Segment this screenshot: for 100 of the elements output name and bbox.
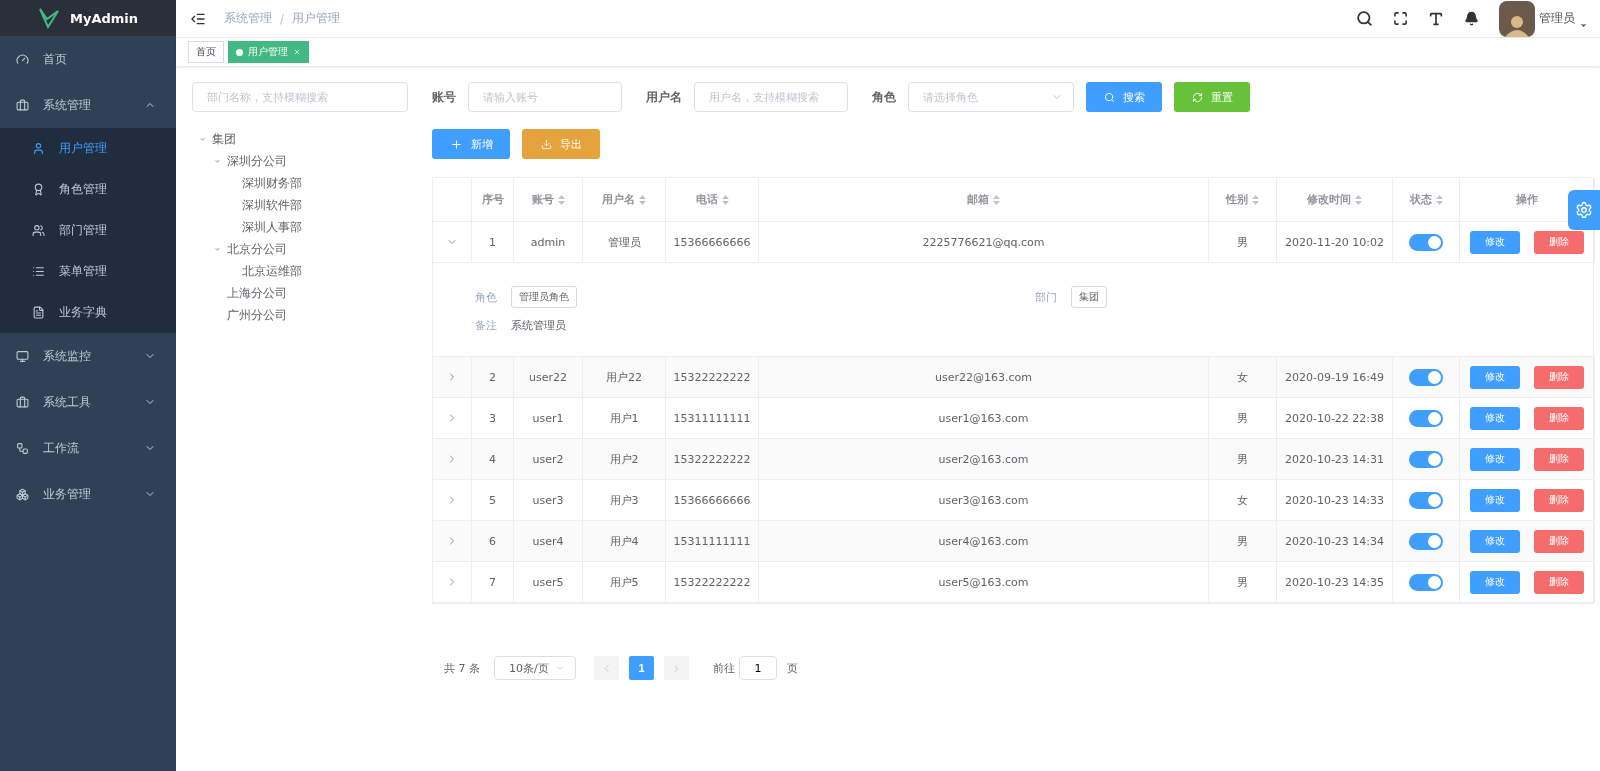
workflow-icon [16, 441, 29, 455]
delete-button[interactable]: 删除 [1534, 488, 1584, 512]
table-cell: user22@163.com [759, 357, 1209, 397]
add-button[interactable]: 新增 [432, 129, 510, 159]
tree-node[interactable]: 深圳财务部 [242, 174, 302, 192]
caret-icon[interactable] [1579, 21, 1588, 30]
bell-icon[interactable] [1464, 11, 1479, 26]
tab[interactable]: 首页 [188, 41, 224, 63]
column-header[interactable]: 账号 [514, 178, 583, 221]
submenu-item[interactable]: 业务字典 [0, 292, 176, 333]
briefcase-icon [16, 98, 29, 112]
sort-icon[interactable] [993, 194, 1000, 205]
tree-node[interactable]: 深圳人事部 [242, 218, 302, 236]
sort-icon[interactable] [721, 194, 729, 205]
sort-icon[interactable] [1435, 194, 1443, 205]
table-cell: 用户22 [583, 357, 666, 397]
close-icon[interactable] [293, 48, 301, 56]
edit-button[interactable]: 修改 [1470, 570, 1520, 594]
table-cell: 男 [1209, 222, 1277, 262]
tree-node[interactable]: 深圳分公司 [227, 152, 287, 170]
document-icon [32, 306, 45, 319]
edit-button[interactable]: 修改 [1470, 230, 1520, 254]
page-button[interactable]: 1 [629, 656, 654, 680]
reset-button[interactable]: 重置 [1174, 82, 1250, 112]
sort-icon[interactable] [1252, 194, 1259, 205]
delete-button[interactable]: 删除 [1534, 365, 1584, 389]
table-cell: 15366666666 [666, 222, 759, 262]
table-cell: 15322222222 [666, 562, 759, 602]
total-count: 共 7 条 [444, 660, 480, 676]
table-cell: user1@163.com [759, 398, 1209, 438]
detail-label: 部门 [1035, 289, 1057, 305]
submenu-item[interactable]: 角色管理 [0, 169, 176, 210]
column-header[interactable]: 状态 [1393, 178, 1460, 221]
table-cell: 2020-09-19 16:49 [1277, 357, 1393, 397]
status-switch[interactable] [1409, 409, 1443, 427]
input-field[interactable]: 用户名，支持模糊搜索 [694, 82, 848, 112]
tree-node[interactable]: 广州分公司 [227, 306, 287, 324]
table-cell: 女 [1209, 357, 1277, 397]
table-cell: user5 [514, 562, 583, 602]
page-size-select[interactable]: 10条/页 [494, 656, 576, 680]
column-header[interactable]: 性别 [1209, 178, 1277, 221]
delete-button[interactable]: 删除 [1534, 570, 1584, 594]
user-name[interactable]: 管理员 [1539, 10, 1575, 27]
sort-icon[interactable] [1355, 194, 1362, 205]
table-cell: 管理员 [583, 222, 666, 262]
delete-button[interactable]: 删除 [1534, 447, 1584, 471]
status-switch[interactable] [1409, 368, 1443, 386]
export-button[interactable]: 导出 [522, 129, 600, 159]
settings-button[interactable] [1568, 190, 1600, 230]
page-input[interactable]: 1 [739, 656, 777, 680]
delete-button[interactable]: 删除 [1534, 529, 1584, 553]
column-header: 序号 [472, 178, 514, 221]
status-switch[interactable] [1409, 233, 1443, 251]
status-switch[interactable] [1409, 573, 1443, 591]
tree-node[interactable]: 上海分公司 [227, 284, 287, 302]
submenu-item[interactable]: 部门管理 [0, 210, 176, 251]
column-header[interactable]: 邮箱 [759, 178, 1209, 221]
table-cell: 用户3 [583, 480, 666, 520]
tree-node[interactable]: 集团 [212, 130, 236, 148]
delete-button[interactable]: 删除 [1534, 230, 1584, 254]
search-button[interactable]: 搜索 [1086, 82, 1162, 112]
table-cell: 男 [1209, 521, 1277, 561]
table-cell: 男 [1209, 562, 1277, 602]
column-header[interactable]: 修改时间 [1277, 178, 1393, 221]
column-header[interactable]: 电话 [666, 178, 759, 221]
edit-button[interactable]: 修改 [1470, 406, 1520, 430]
edit-button[interactable]: 修改 [1470, 365, 1520, 389]
sort-icon[interactable] [639, 194, 646, 205]
tree-node[interactable]: 深圳软件部 [242, 196, 302, 214]
field-label: 账号 [432, 88, 456, 106]
tab[interactable]: 用户管理 [228, 41, 309, 63]
edit-button[interactable]: 修改 [1470, 529, 1520, 553]
status-switch[interactable] [1409, 491, 1443, 509]
breadcrumb[interactable]: 系统管理 [224, 10, 272, 27]
next-page-button[interactable] [664, 656, 689, 680]
table-cell: user3 [514, 480, 583, 520]
tree-node[interactable]: 北京运维部 [242, 262, 302, 280]
fullscreen-icon[interactable] [1393, 11, 1408, 26]
font-size-icon[interactable] [1428, 10, 1444, 27]
table-cell: user3@163.com [759, 480, 1209, 520]
plus-icon [449, 137, 463, 151]
previous-page-button[interactable] [594, 656, 619, 680]
table-cell: 15322222222 [666, 439, 759, 479]
table-cell: 5 [472, 480, 514, 520]
submenu-item[interactable]: 用户管理 [0, 128, 176, 169]
delete-button[interactable]: 删除 [1534, 406, 1584, 430]
edit-button[interactable]: 修改 [1470, 447, 1520, 471]
tree-node[interactable]: 北京分公司 [227, 240, 287, 258]
submenu-item[interactable]: 菜单管理 [0, 251, 176, 292]
department-tag: 集团 [1071, 286, 1107, 308]
search-icon[interactable] [1356, 10, 1373, 27]
status-switch[interactable] [1409, 532, 1443, 550]
sort-icon[interactable] [557, 194, 565, 205]
table-cell: 15311111111 [666, 398, 759, 438]
avatar[interactable] [1499, 0, 1535, 37]
role-tag: 管理员角色 [511, 286, 577, 308]
table-cell: user5@163.com [759, 562, 1209, 602]
edit-button[interactable]: 修改 [1470, 488, 1520, 512]
column-header[interactable]: 用户名 [583, 178, 666, 221]
status-switch[interactable] [1409, 450, 1443, 468]
